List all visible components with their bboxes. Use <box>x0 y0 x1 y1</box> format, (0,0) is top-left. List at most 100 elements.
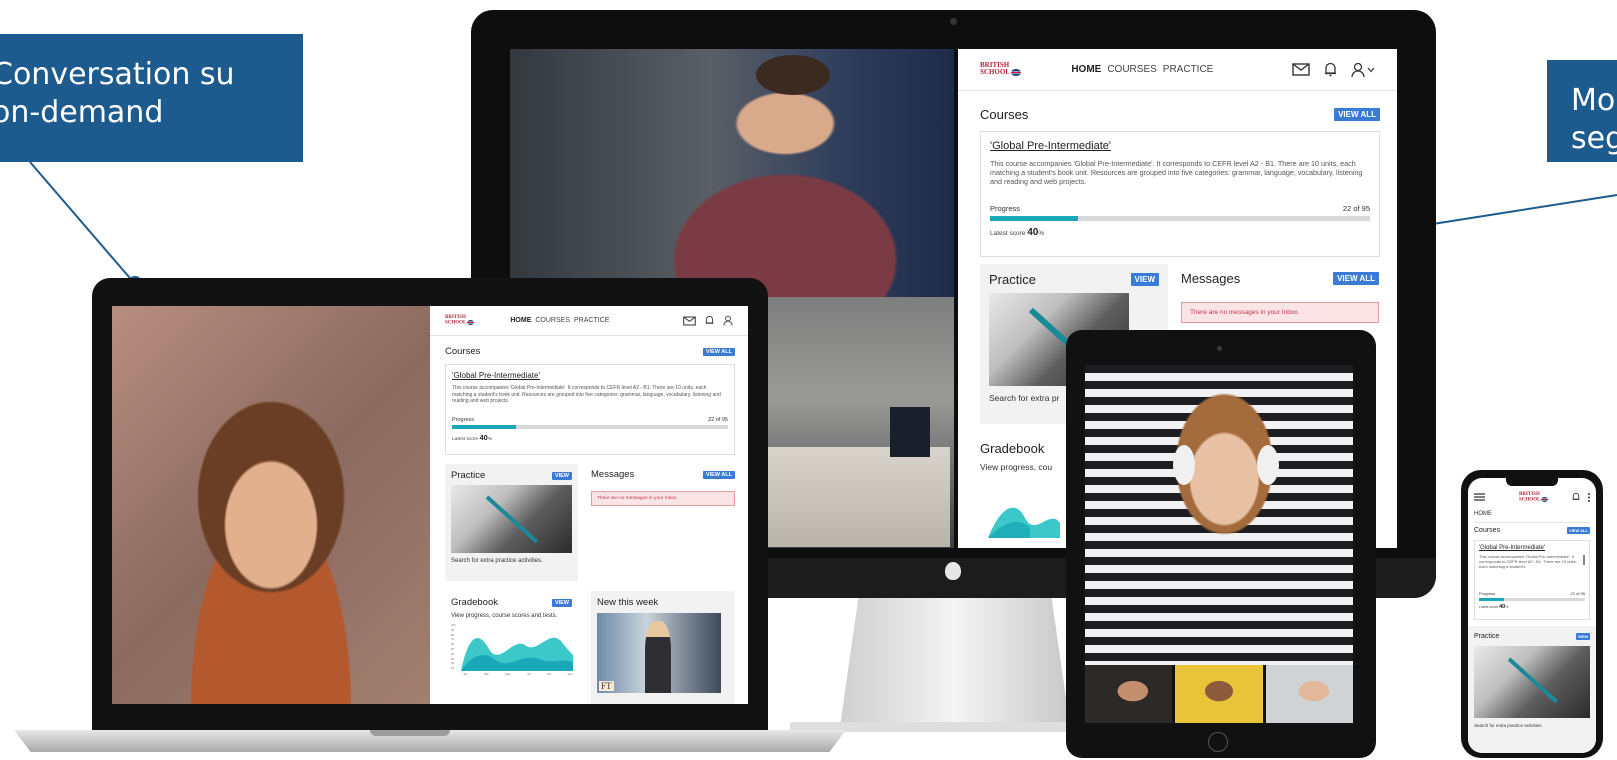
course-card[interactable]: 'Global Pre-Intermediate' This course ac… <box>980 131 1380 257</box>
monitor-video-smiling-man <box>510 49 954 297</box>
phone-practice-panel[interactable]: Practice VIEW Search for extra practice … <box>1468 626 1596 753</box>
logo-text-2: SCHOOL <box>445 320 467 326</box>
callout-conversation: Conversation su on-demand <box>0 34 303 162</box>
laptop-header-icons <box>683 315 733 326</box>
laptop-messages-section: Messages VIEW ALL There are no messages … <box>591 469 735 506</box>
office-screen <box>890 407 930 457</box>
monitor-camera <box>950 18 957 25</box>
course-scrollbar[interactable] <box>1583 555 1585 565</box>
nav-practice[interactable]: PRACTICE <box>1163 64 1214 75</box>
tablet-participant-strip <box>1085 665 1353 723</box>
course-description: This course accompanies 'Global Pre-Inte… <box>1479 554 1577 569</box>
bell-icon[interactable] <box>1324 62 1337 77</box>
nav-courses[interactable]: COURSES <box>535 317 570 324</box>
user-menu[interactable] <box>1351 62 1375 78</box>
courses-title: Courses <box>980 107 1029 122</box>
tablet-home-button[interactable] <box>1208 732 1228 752</box>
logo-text-1: BRITISH <box>445 315 466 321</box>
headphones-left <box>1173 445 1195 485</box>
laptop-practice-panel[interactable]: Practice VIEW Search for extra practice … <box>445 464 578 581</box>
menu-icon[interactable] <box>1474 493 1485 501</box>
laptop-nav: HOME COURSES PRACTICE <box>510 317 609 324</box>
monitor-messages-section: Messages VIEW ALL There are no messages … <box>1181 271 1379 323</box>
chevron-down-icon <box>1367 67 1375 72</box>
gradebook-x-ticks: Jan Mar May Jul Oct Dec <box>463 672 573 676</box>
course-description: This course accompanies 'Global Pre-Inte… <box>990 159 1363 186</box>
progress-row: Progress 22 of 95 <box>990 204 1370 213</box>
phone-app-screen: BRITISH SCHOOL HOME Courses VIEW ALL 'Gl… <box>1468 478 1596 753</box>
bell-icon[interactable] <box>1572 492 1580 502</box>
tablet-camera <box>1217 346 1222 351</box>
course-title-link[interactable]: 'Global Pre-Intermediate' <box>1479 545 1585 551</box>
latest-value: 40 <box>1027 227 1039 238</box>
progress-fill <box>990 216 1078 221</box>
courses-title: Courses <box>445 346 481 357</box>
user-icon[interactable] <box>723 315 733 326</box>
practice-view-button[interactable]: VIEW <box>1575 633 1590 640</box>
mail-icon[interactable] <box>683 316 696 326</box>
monitor-app-header: BRITISH SCHOOL HOME COURSES PRACTICE <box>958 49 1397 91</box>
progress-count: 22 of 95 <box>1342 204 1370 213</box>
practice-title: Practice <box>1474 633 1500 640</box>
courses-view-all-button[interactable]: VIEW ALL <box>1567 527 1590 534</box>
latest-label: Latest score <box>452 436 479 442</box>
nav-practice[interactable]: PRACTICE <box>574 317 609 324</box>
laptop-gradebook-section: Gradebook VIEW View progress, course sco… <box>445 591 578 701</box>
participant-tile-1[interactable] <box>1085 665 1173 723</box>
participant-tile-2[interactable] <box>1175 665 1263 723</box>
progress-count: 22 of 95 <box>708 416 728 423</box>
course-title-link[interactable]: 'Global Pre-Intermediate' <box>452 371 728 380</box>
messages-view-all-button[interactable]: VIEW ALL <box>702 470 735 479</box>
course-card[interactable]: 'Global Pre-Intermediate' This course ac… <box>445 364 735 455</box>
gradebook-view-button[interactable]: VIEW <box>551 598 572 607</box>
callout-monitor: Mo seg <box>1547 60 1617 162</box>
x-tick: Jul <box>526 672 531 676</box>
course-title-link[interactable]: 'Global Pre-Intermediate' <box>990 140 1370 152</box>
new-this-week-title: New this week <box>597 597 659 608</box>
x-tick: Mar <box>483 672 490 676</box>
x-tick: Oct <box>546 672 552 676</box>
messages-title: Messages <box>591 469 635 480</box>
progress-count: 22 of 95 <box>1570 591 1585 596</box>
phone-logo[interactable]: BRITISH SCHOOL <box>1519 492 1549 502</box>
more-icon[interactable] <box>1588 492 1590 502</box>
laptop-new-this-week-panel[interactable]: New this week FT <box>591 591 735 704</box>
practice-caption: Search for extra practice activities. <box>1474 723 1543 728</box>
latest-unit: % <box>1505 605 1509 609</box>
laptop-notch <box>370 730 450 736</box>
course-card[interactable]: 'Global Pre-Intermediate' This course ac… <box>1474 540 1590 620</box>
nav-home[interactable]: HOME <box>510 317 531 324</box>
latest-unit: % <box>487 436 493 442</box>
x-tick: May <box>505 672 511 676</box>
courses-view-all-button[interactable]: VIEW ALL <box>1334 108 1380 121</box>
man-hair <box>756 55 830 95</box>
nav-home[interactable]: HOME <box>1071 64 1101 75</box>
practice-title: Practice <box>989 272 1036 287</box>
laptop-courses-section: Courses VIEW ALL 'Global Pre-Intermediat… <box>445 346 735 455</box>
courses-view-all-button[interactable]: VIEW ALL <box>702 347 735 356</box>
messages-empty-alert: There are no messages in your Inbox. <box>591 491 735 506</box>
monitor-logo[interactable]: BRITISH SCHOOL <box>980 62 1022 77</box>
laptop-app-screen: BRITISH SCHOOL HOME COURSES PRACTICE Cou… <box>430 306 748 704</box>
progress-label: Progress <box>990 204 1021 213</box>
latest-label: Latest score <box>990 230 1026 237</box>
phone-notch <box>1506 478 1558 486</box>
callout-right-line1: Mo <box>1571 83 1616 118</box>
practice-view-button[interactable]: VIEW <box>551 471 572 480</box>
monitor-courses-section: Courses VIEW ALL 'Global Pre-Intermediat… <box>980 107 1380 257</box>
x-tick: Dec <box>567 672 573 676</box>
practice-view-button[interactable]: VIEW <box>1130 273 1159 286</box>
bell-icon[interactable] <box>705 315 714 326</box>
messages-view-all-button[interactable]: VIEW ALL <box>1333 272 1379 285</box>
x-tick: Jan <box>463 672 468 676</box>
phone-header-icons <box>1572 492 1590 502</box>
phone-courses-section: Courses VIEW ALL 'Global Pre-Intermediat… <box>1474 522 1590 620</box>
participant-tile-3[interactable] <box>1265 665 1353 723</box>
tablet-video-woman-headphones <box>1085 365 1353 665</box>
laptop-video-smiling-woman <box>112 306 430 704</box>
progress-row: Progress 22 of 95 <box>452 417 728 423</box>
nav-courses[interactable]: COURSES <box>1107 64 1156 75</box>
phone-home-crumb[interactable]: HOME <box>1474 511 1492 517</box>
laptop-logo[interactable]: BRITISH SCHOOL <box>445 315 475 326</box>
mail-icon[interactable] <box>1292 63 1310 76</box>
